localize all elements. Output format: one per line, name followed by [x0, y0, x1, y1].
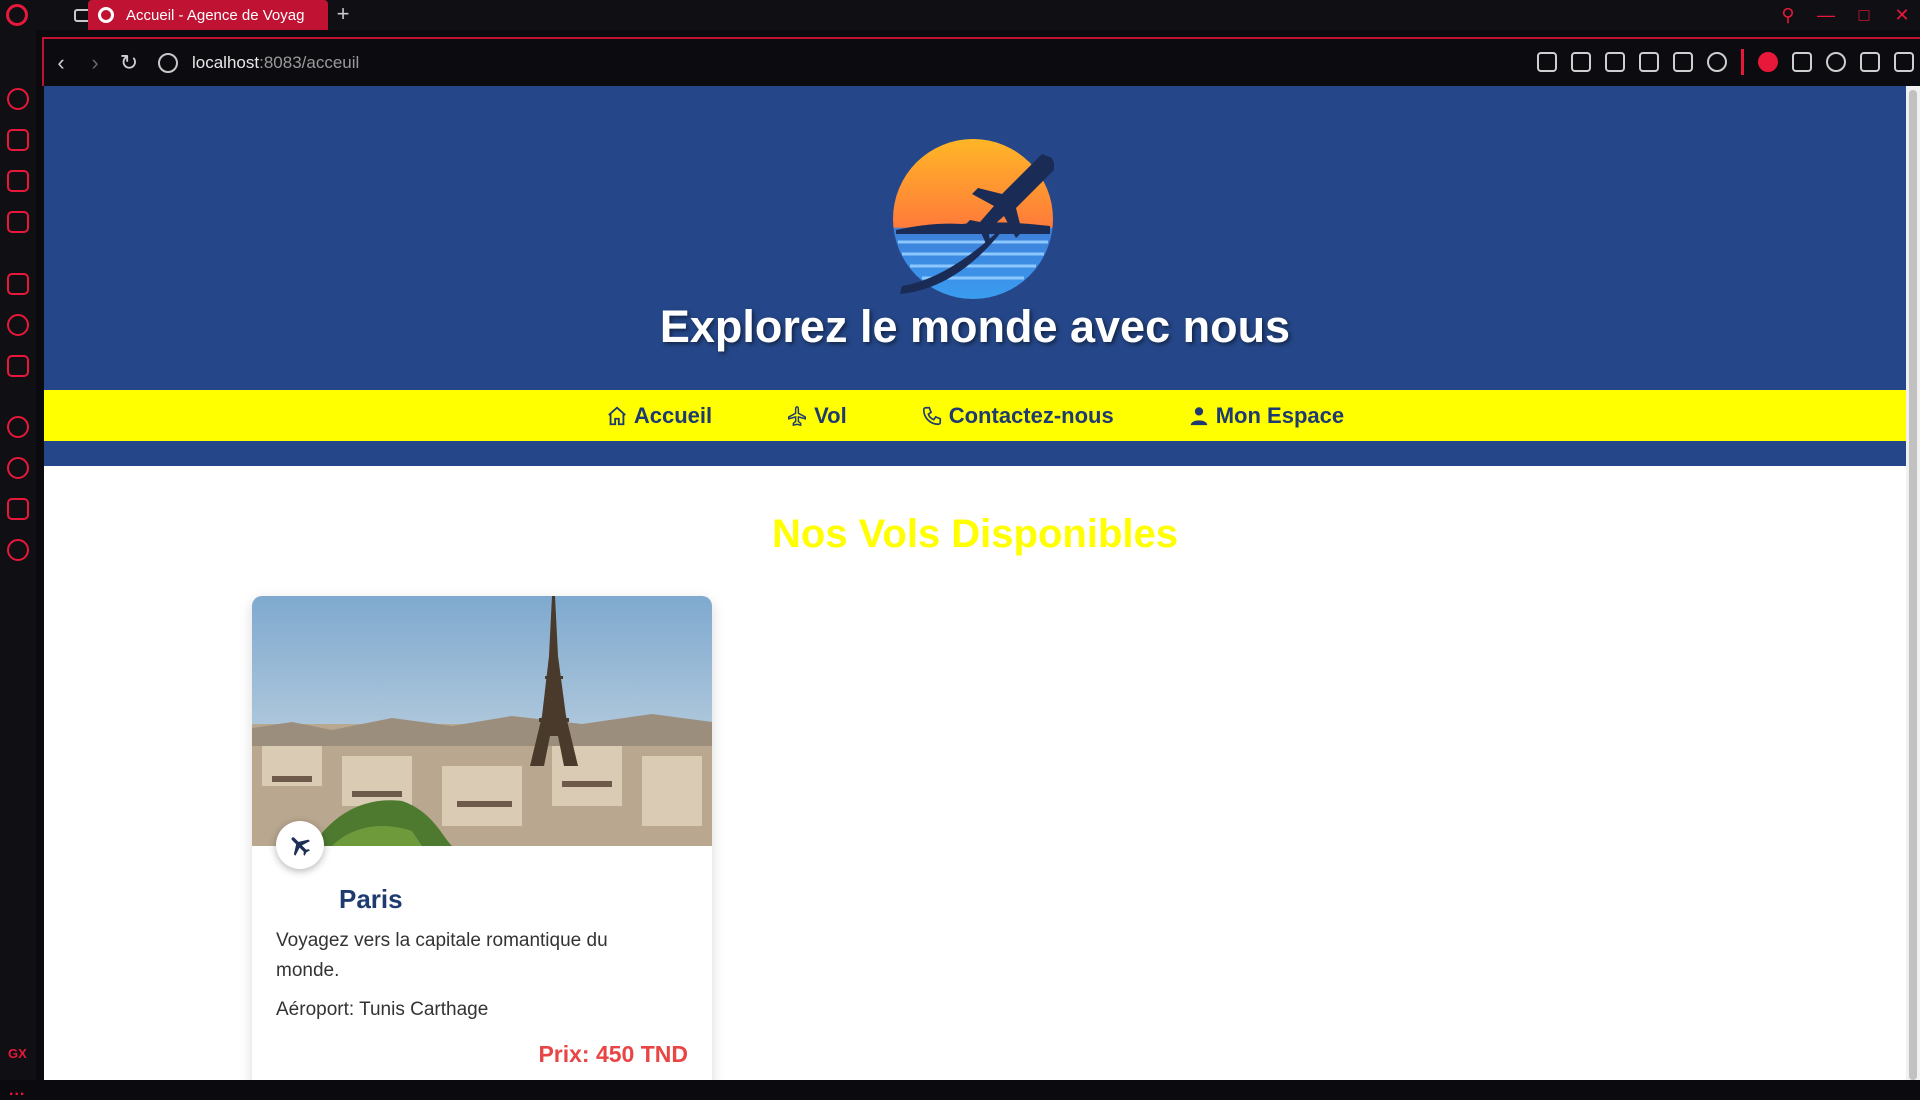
pin-icon[interactable]	[1537, 52, 1557, 72]
nav-item-contact[interactable]: Contactez-nous	[921, 403, 1114, 429]
snapshot-icon[interactable]	[1571, 52, 1591, 72]
chatgpt-icon[interactable]	[7, 314, 29, 336]
flight-city: Paris	[339, 884, 403, 914]
browser-tab-active[interactable]: Accueil - Agence de Voyag	[88, 0, 328, 30]
url-field[interactable]: localhost:8083/acceuil	[192, 53, 359, 73]
url-path: :8083/acceuil	[259, 52, 360, 72]
extensions-sidebar-icon[interactable]	[7, 498, 29, 520]
plane-icon	[788, 405, 807, 426]
plane-icon	[291, 837, 310, 856]
history-icon[interactable]	[7, 457, 29, 479]
user-icon	[1190, 406, 1207, 425]
download-icon[interactable]	[1860, 52, 1880, 72]
section-title: Nos Vols Disponibles	[772, 512, 1178, 556]
opera-logo-icon[interactable]	[0, 0, 34, 30]
page-viewport: Explorez le monde avec nous Accueil Vol …	[44, 86, 1906, 1080]
shield-icon[interactable]	[1605, 52, 1625, 72]
scrollbar-thumb[interactable]	[1909, 90, 1917, 1080]
maximize-button[interactable]: □	[1854, 5, 1874, 26]
gx-badge[interactable]: GX	[8, 1046, 27, 1061]
extensions-icon[interactable]	[1792, 52, 1812, 72]
reload-button[interactable]: ↻	[112, 48, 146, 78]
site-info-icon[interactable]	[158, 52, 178, 73]
page-scrollbar[interactable]	[1906, 86, 1920, 1080]
flight-description: Voyagez vers la capitale romantique du m…	[276, 930, 608, 981]
flight-price: Prix: 450 TND	[538, 1041, 688, 1067]
toolbar-separator	[1741, 49, 1744, 75]
translate-icon[interactable]	[1639, 52, 1659, 72]
twitch-icon[interactable]	[7, 355, 29, 377]
travel-logo-icon	[893, 139, 1054, 299]
back-button[interactable]: ‹	[44, 48, 78, 78]
page-title: Explorez le monde avec nous	[659, 301, 1291, 352]
nav-item-mon-espace[interactable]: Mon Espace	[1188, 403, 1344, 429]
main-navigation: Accueil Vol Contactez-nous Mon Espace	[44, 390, 1906, 441]
adblock-icon[interactable]	[1758, 52, 1778, 72]
home-icon	[608, 406, 626, 425]
url-host: localhost	[192, 52, 260, 72]
tab-favicon-icon	[98, 7, 114, 23]
nav-item-label: Mon Espace	[1215, 402, 1345, 428]
gx-tv-icon[interactable]	[7, 170, 29, 192]
forward-button[interactable]: ›	[78, 48, 112, 78]
toolbar-icons	[1537, 49, 1914, 75]
nav-item-accueil[interactable]: Accueil	[606, 403, 712, 429]
flight-card[interactable]: Paris Voyagez vers la capitale romantiqu…	[252, 596, 712, 1080]
heart-icon[interactable]	[1707, 52, 1727, 72]
nav-item-label: Accueil	[633, 402, 713, 428]
menu-icon[interactable]	[1894, 52, 1914, 72]
gx-corner-icon[interactable]	[7, 129, 29, 151]
window-controls: ⚲ — □ ✕	[1778, 0, 1920, 30]
gmail-icon[interactable]	[7, 211, 29, 233]
player-icon[interactable]	[7, 416, 29, 438]
phone-icon	[922, 406, 941, 425]
address-bar: ‹ › ↻ localhost:8083/acceuil	[42, 37, 1920, 86]
browser-tabbar: Accueil - Agence de Voyag + ⚲ — □ ✕	[0, 0, 1920, 30]
play-icon[interactable]	[1673, 52, 1693, 72]
aria-icon[interactable]	[7, 273, 29, 295]
browser-sidebar: GX ...	[0, 30, 36, 1099]
search-icon[interactable]: ⚲	[1778, 5, 1798, 26]
new-tab-button[interactable]: +	[332, 3, 354, 26]
minimize-button[interactable]: —	[1816, 5, 1836, 26]
nav-item-label: Vol	[814, 402, 847, 428]
profile-icon[interactable]	[1826, 52, 1846, 72]
nav-item-label: Contactez-nous	[948, 402, 1114, 428]
speed-dial-icon[interactable]	[7, 88, 29, 110]
sidebar-more-button[interactable]: ...	[9, 1082, 25, 1100]
nav-item-vol[interactable]: Vol	[786, 403, 847, 429]
close-button[interactable]: ✕	[1892, 5, 1912, 26]
flight-airport: Aéroport: Tunis Carthage	[276, 999, 489, 1020]
paris-image	[252, 596, 712, 846]
tab-title: Accueil - Agence de Voyag	[126, 6, 305, 24]
settings-icon[interactable]	[7, 539, 29, 561]
flight-badge	[276, 821, 324, 869]
